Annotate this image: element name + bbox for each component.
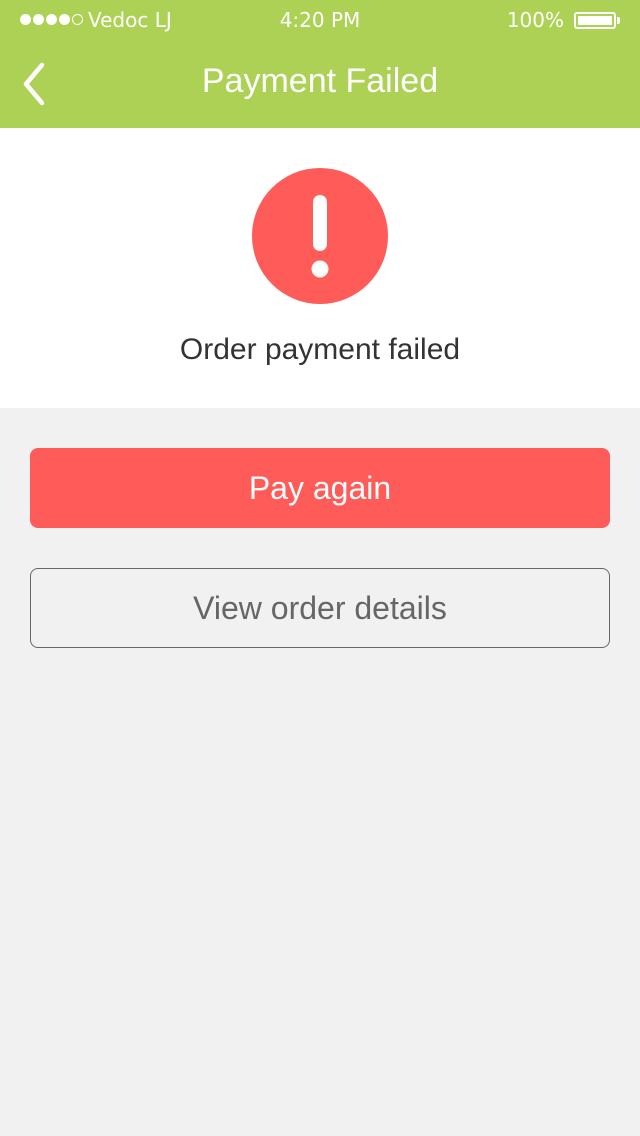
result-panel: Order payment failed: [0, 128, 640, 408]
result-message: Order payment failed: [179, 333, 461, 366]
page-title: Payment Failed: [201, 62, 439, 100]
battery-level: [578, 16, 612, 25]
battery-tip: [617, 17, 620, 24]
status-bar: Vedoc LJ 4:20 PM 100%: [0, 0, 640, 40]
header: Vedoc LJ 4:20 PM 100% Payment Failed: [0, 0, 640, 128]
exclamation-circle-icon: [252, 168, 388, 304]
battery-icon: [574, 12, 616, 29]
exclamation-mark: [311, 195, 329, 278]
payment-failed-screen: Vedoc LJ 4:20 PM 100% Payment Failed Ord…: [0, 0, 640, 1136]
nav-bar: Payment Failed: [0, 40, 640, 128]
battery-percentage: 100%: [506, 8, 564, 32]
view-order-details-button[interactable]: View order details: [30, 568, 610, 648]
pay-again-button[interactable]: Pay again: [30, 448, 610, 528]
